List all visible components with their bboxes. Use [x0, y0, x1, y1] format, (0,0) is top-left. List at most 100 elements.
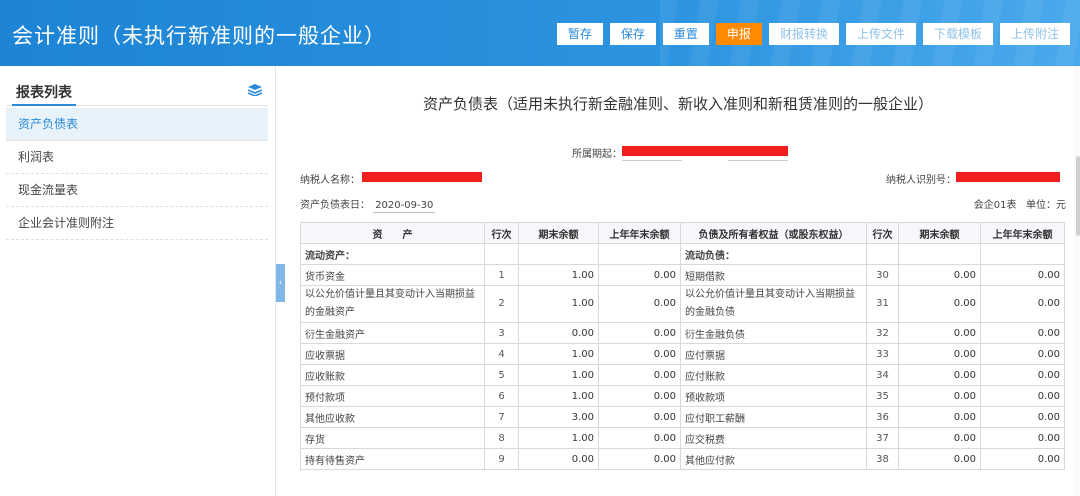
liability-ending-balance[interactable]: 0.00: [898, 427, 981, 449]
asset-beginning-balance[interactable]: 0.00: [598, 285, 681, 323]
report-title: 资产负债表（适用未执行新金融准则、新收入准则和新租赁准则的一般企业）: [422, 95, 933, 113]
asset-ending-balance[interactable]: 1.00: [518, 343, 599, 365]
asset-name: 持有待售资产: [300, 448, 485, 470]
liability-line-no: 38: [866, 448, 899, 470]
asset-ending-balance[interactable]: 3.00: [518, 406, 599, 428]
asset-beginning-balance[interactable]: 0.00: [598, 364, 681, 386]
liability-beginning-balance[interactable]: 0.00: [980, 264, 1065, 286]
toolbar: 暂存 保存 重置 申报 财报转换 上传文件 下载模板 上传附注: [556, 23, 1070, 45]
liability-beginning-balance[interactable]: 0.00: [980, 406, 1065, 428]
column-header-4: 负债及所有者权益（或股东权益）: [680, 222, 867, 244]
table-row: 应收票据 4 1.00 0.00 应付票据 33 0.00 0.00: [300, 343, 1065, 365]
liability-beginning-balance[interactable]: 0.00: [980, 385, 1065, 407]
asset-ending-balance[interactable]: 1.00: [518, 264, 599, 286]
asset-beginning-balance[interactable]: 0.00: [598, 264, 681, 286]
liability-name: 应付账款: [680, 364, 867, 386]
asset-name: 应收票据: [300, 343, 485, 365]
balance-sheet-date-label: 资产负债表日：: [300, 200, 370, 211]
liability-beginning-balance[interactable]: 0.00: [980, 364, 1065, 386]
asset-ending-balance[interactable]: 1.00: [518, 385, 599, 407]
empty-cell: [518, 243, 599, 265]
table-body: 流动资产： 流动负债： 货币资金 1 1.00 0.00 短期借款 30 0.00 0.00 以公允…: [300, 243, 1065, 470]
layers-icon[interactable]: [248, 84, 262, 96]
toolbar-button-0[interactable]: 暂存: [556, 23, 603, 45]
toolbar-button-3[interactable]: 申报: [715, 23, 762, 45]
liability-ending-balance[interactable]: 0.00: [898, 322, 981, 344]
liability-ending-balance[interactable]: 0.00: [898, 264, 981, 286]
section-right-label: 流动负债：: [680, 243, 867, 265]
liability-ending-balance[interactable]: 0.00: [898, 448, 981, 470]
form-info: 会企01表 单位：元: [974, 196, 1066, 211]
table-row: 其他应收款 7 3.00 0.00 应付职工薪酬 36 0.00 0.00: [300, 406, 1065, 428]
toolbar-button-7[interactable]: 上传附注: [999, 23, 1070, 45]
balance-sheet-date-field[interactable]: 2020-09-30: [373, 200, 436, 213]
asset-line-no: 8: [484, 427, 519, 449]
asset-beginning-balance[interactable]: 0.00: [598, 385, 681, 407]
empty-cell: [980, 243, 1065, 265]
liability-beginning-balance[interactable]: 0.00: [980, 448, 1065, 470]
liability-name: 以公允价值计量且其变动计入当期损益的金融负债: [680, 285, 867, 323]
liability-beginning-balance[interactable]: 0.00: [980, 427, 1065, 449]
toolbar-button-2[interactable]: 重置: [662, 23, 709, 45]
column-header-1: 行次: [484, 222, 519, 244]
toolbar-button-1[interactable]: 保存: [609, 23, 656, 45]
empty-cell: [866, 243, 899, 265]
asset-beginning-balance[interactable]: 0.00: [598, 406, 681, 428]
section-row: 流动资产： 流动负债：: [300, 243, 1065, 265]
liability-ending-balance[interactable]: 0.00: [898, 364, 981, 386]
toolbar-button-5[interactable]: 上传文件: [845, 23, 916, 45]
liability-line-no: 36: [866, 406, 899, 428]
scrollbar[interactable]: [1074, 66, 1080, 496]
asset-name: 应收账款: [300, 364, 485, 386]
taxpayer-name-label: 纳税人名称：: [300, 175, 360, 186]
sidebar-item-1[interactable]: 利润表: [6, 141, 268, 174]
app-title: 会计准则（未执行新准则的一般企业）: [12, 24, 386, 48]
period-redaction: [622, 146, 788, 156]
liability-beginning-balance[interactable]: 0.00: [980, 322, 1065, 344]
taxpayer-name-redaction: [362, 172, 482, 182]
liability-name: 应付票据: [680, 343, 867, 365]
asset-ending-balance[interactable]: 0.00: [518, 448, 599, 470]
liability-name: 衍生金融负债: [680, 322, 867, 344]
sidebar-item-3[interactable]: 企业会计准则附注: [6, 207, 268, 240]
chevron-left-icon[interactable]: ‹: [276, 264, 285, 302]
scroll-thumb[interactable]: [1076, 156, 1080, 236]
balance-sheet-table: 资 产行次 期末余额 上年年末余额 负债及所有者权益（或股东权益） 行次 期末余额 上年年末…: [300, 222, 1065, 470]
period-start-field[interactable]: [622, 160, 682, 161]
liability-ending-balance[interactable]: 0.00: [898, 385, 981, 407]
liability-line-no: 37: [866, 427, 899, 449]
empty-cell: [484, 243, 519, 265]
liability-line-no: 35: [866, 385, 899, 407]
asset-beginning-balance[interactable]: 0.00: [598, 343, 681, 365]
asset-line-no: 6: [484, 385, 519, 407]
toolbar-button-4[interactable]: 财报转换: [768, 23, 839, 45]
asset-beginning-balance[interactable]: 0.00: [598, 322, 681, 344]
asset-name: 其他应收款: [300, 406, 485, 428]
liability-line-no: 32: [866, 322, 899, 344]
liability-beginning-balance[interactable]: 0.00: [980, 285, 1065, 323]
table-row: 存货 8 1.00 0.00 应交税费 37 0.00 0.00: [300, 427, 1065, 449]
table-row: 衍生金融资产 3 0.00 0.00 衍生金融负债 32 0.00 0.00: [300, 322, 1065, 344]
asset-beginning-balance[interactable]: 0.00: [598, 427, 681, 449]
asset-line-no: 7: [484, 406, 519, 428]
sidebar-item-0[interactable]: 资产负债表: [6, 108, 268, 141]
asset-ending-balance[interactable]: 1.00: [518, 364, 599, 386]
taxpayer-id-label: 纳税人识别号：: [886, 175, 956, 186]
toolbar-button-6[interactable]: 下载模板: [922, 23, 993, 45]
sidebar-header: 报表列表: [6, 76, 268, 106]
liability-line-no: 31: [866, 285, 899, 323]
period-end-field[interactable]: [728, 160, 788, 161]
asset-line-no: 2: [484, 285, 519, 323]
liability-ending-balance[interactable]: 0.00: [898, 285, 981, 323]
column-header-6: 期末余额: [898, 222, 981, 244]
liability-line-no: 34: [866, 364, 899, 386]
liability-beginning-balance[interactable]: 0.00: [980, 343, 1065, 365]
sidebar-item-2[interactable]: 现金流量表: [6, 174, 268, 207]
asset-ending-balance[interactable]: 1.00: [518, 427, 599, 449]
liability-ending-balance[interactable]: 0.00: [898, 343, 981, 365]
asset-ending-balance[interactable]: 0.00: [518, 322, 599, 344]
liability-ending-balance[interactable]: 0.00: [898, 406, 981, 428]
asset-beginning-balance[interactable]: 0.00: [598, 448, 681, 470]
form-number: 会企01表: [973, 200, 1017, 211]
asset-ending-balance[interactable]: 1.00: [518, 285, 599, 323]
